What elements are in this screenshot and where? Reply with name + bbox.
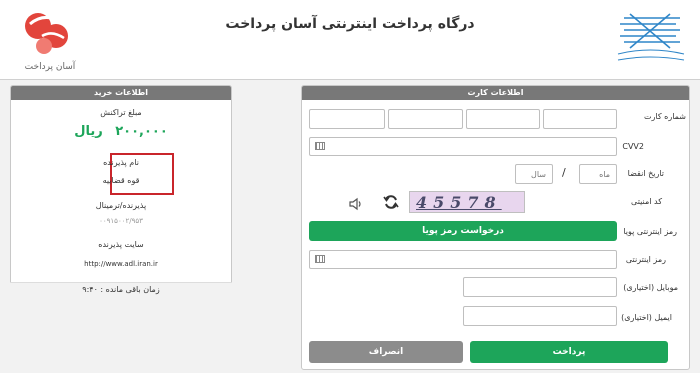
email-label: ایمیل (اختیاری) bbox=[621, 313, 672, 322]
site-value: http://www.adl.iran.ir bbox=[84, 260, 158, 268]
expiry-year-input[interactable]: سال bbox=[515, 164, 553, 184]
cancel-button[interactable]: انصراف bbox=[309, 341, 463, 363]
captcha-label: کد امنیتی bbox=[631, 197, 662, 206]
acceptor-label: نام پذیرنده bbox=[103, 158, 139, 167]
expiry-separator: / bbox=[562, 166, 566, 179]
terminal-value: ۰۰۹۱۵۰۰۲/۹۵۳ bbox=[99, 217, 143, 225]
cvv2-label: CVV2 bbox=[622, 142, 644, 151]
amount-unit: ریال bbox=[74, 124, 103, 139]
amount-label: مبلغ تراکنش bbox=[100, 108, 142, 117]
card-number-field-3[interactable] bbox=[388, 109, 463, 129]
expiry-month-placeholder: ماه bbox=[599, 170, 610, 179]
card-number-label: شماره کارت bbox=[643, 112, 686, 121]
remaining-time: زمان باقی مانده : ۹:۴۰ bbox=[10, 282, 232, 295]
keypad-icon[interactable] bbox=[315, 142, 325, 150]
header: آسان پرداخت درگاه پرداخت اینترنتی آسان پ… bbox=[0, 0, 700, 80]
refresh-icon[interactable] bbox=[383, 194, 399, 210]
cvv2-input[interactable] bbox=[309, 137, 617, 156]
card-number-field-2[interactable] bbox=[466, 109, 540, 129]
amount-value: ۲۰۰,۰۰۰ bbox=[115, 124, 168, 139]
site-label: سایت پذیرنده bbox=[98, 240, 144, 249]
expiry-month-input[interactable]: ماه bbox=[579, 164, 617, 184]
pay-button[interactable]: پرداخت bbox=[470, 341, 668, 363]
terminal-label: پذیرنده/ترمینال bbox=[95, 201, 147, 210]
page-title: درگاه پرداخت اینترنتی آسان پرداخت bbox=[225, 16, 475, 32]
card-info-title: اطلاعات کارت bbox=[302, 86, 689, 100]
pin-input[interactable] bbox=[309, 250, 617, 269]
expiry-year-placeholder: سال bbox=[531, 170, 546, 179]
keypad-icon[interactable] bbox=[315, 255, 325, 263]
mobile-input[interactable] bbox=[463, 277, 617, 297]
email-input[interactable] bbox=[463, 306, 617, 326]
amount-display: ۲۰۰,۰۰۰ ریال bbox=[10, 124, 232, 139]
shaparak-logo bbox=[610, 8, 692, 68]
card-number-field-1[interactable] bbox=[543, 109, 617, 129]
speaker-icon[interactable] bbox=[349, 196, 363, 211]
mobile-label: موبایل (اختیاری) bbox=[623, 283, 678, 292]
captcha-image: 45578 bbox=[409, 191, 525, 213]
acceptor-value: قوه قضاییه bbox=[102, 176, 140, 185]
logo-brand-text: آسان پرداخت bbox=[24, 62, 76, 72]
dynamic-pin-label: رمز اینترنتی پویا bbox=[623, 227, 677, 236]
pin-label: رمز اینترنتی bbox=[625, 255, 666, 264]
request-dynamic-pin-button[interactable]: درخواست رمز پویا bbox=[309, 221, 617, 241]
purchase-info-title: اطلاعات خرید bbox=[11, 86, 231, 100]
card-number-field-4[interactable] bbox=[309, 109, 385, 129]
expiry-label: تاریخ انقضا bbox=[627, 169, 664, 178]
